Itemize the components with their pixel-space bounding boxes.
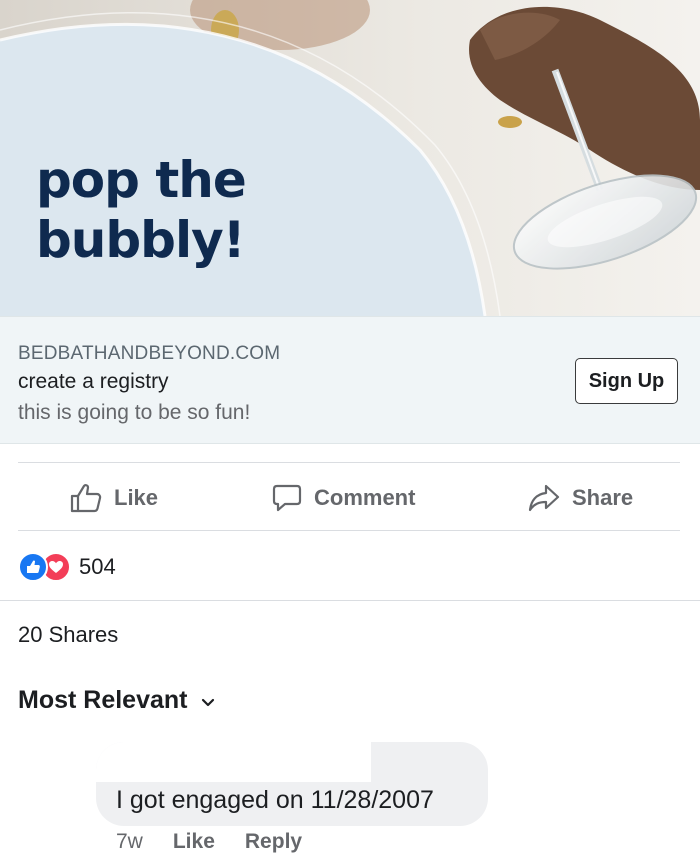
- reaction-count: 504: [79, 554, 116, 579]
- divider: [18, 530, 680, 531]
- share-button[interactable]: Share: [528, 472, 633, 524]
- shares-count[interactable]: 20 Shares: [18, 622, 118, 648]
- comment-button[interactable]: Comment: [272, 472, 415, 524]
- comment-reply-button[interactable]: Reply: [245, 830, 302, 854]
- ad-headline: pop the bubbly!: [36, 151, 247, 269]
- thumbs-up-icon: [70, 483, 102, 513]
- comment-sort-dropdown[interactable]: Most Relevant: [18, 686, 215, 715]
- like-label: Like: [114, 485, 159, 510]
- ad-image[interactable]: pop the bubbly!: [0, 0, 700, 316]
- speech-bubble-icon: [272, 483, 302, 513]
- comment-meta: 7w Like Reply: [116, 830, 302, 854]
- comment-label: Comment: [314, 485, 416, 510]
- share-arrow-icon: [528, 484, 560, 512]
- link-title[interactable]: create a registry: [18, 370, 169, 394]
- link-preview-card[interactable]: BEDBATHANDBEYOND.COM create a registry t…: [0, 316, 700, 444]
- like-reaction-icon: [18, 552, 48, 582]
- link-description: this is going to be so fun!: [18, 401, 251, 424]
- redacted-commenter-name: [96, 742, 371, 782]
- sort-label: Most Relevant: [18, 686, 188, 714]
- comment-bubble: I got engaged on 11/28/2007: [96, 742, 488, 826]
- comment-text: I got engaged on 11/28/2007: [116, 786, 434, 814]
- link-domain: BEDBATHANDBEYOND.COM: [18, 343, 281, 364]
- chevron-down-icon: [201, 686, 215, 715]
- divider: [18, 462, 680, 463]
- like-button[interactable]: Like: [70, 472, 158, 524]
- sign-up-button[interactable]: Sign Up: [575, 358, 678, 404]
- comment-like-button[interactable]: Like: [173, 830, 215, 854]
- share-label: Share: [572, 485, 634, 510]
- divider: [0, 600, 700, 601]
- comment-timestamp[interactable]: 7w: [116, 830, 143, 854]
- reaction-summary[interactable]: 504: [18, 552, 116, 582]
